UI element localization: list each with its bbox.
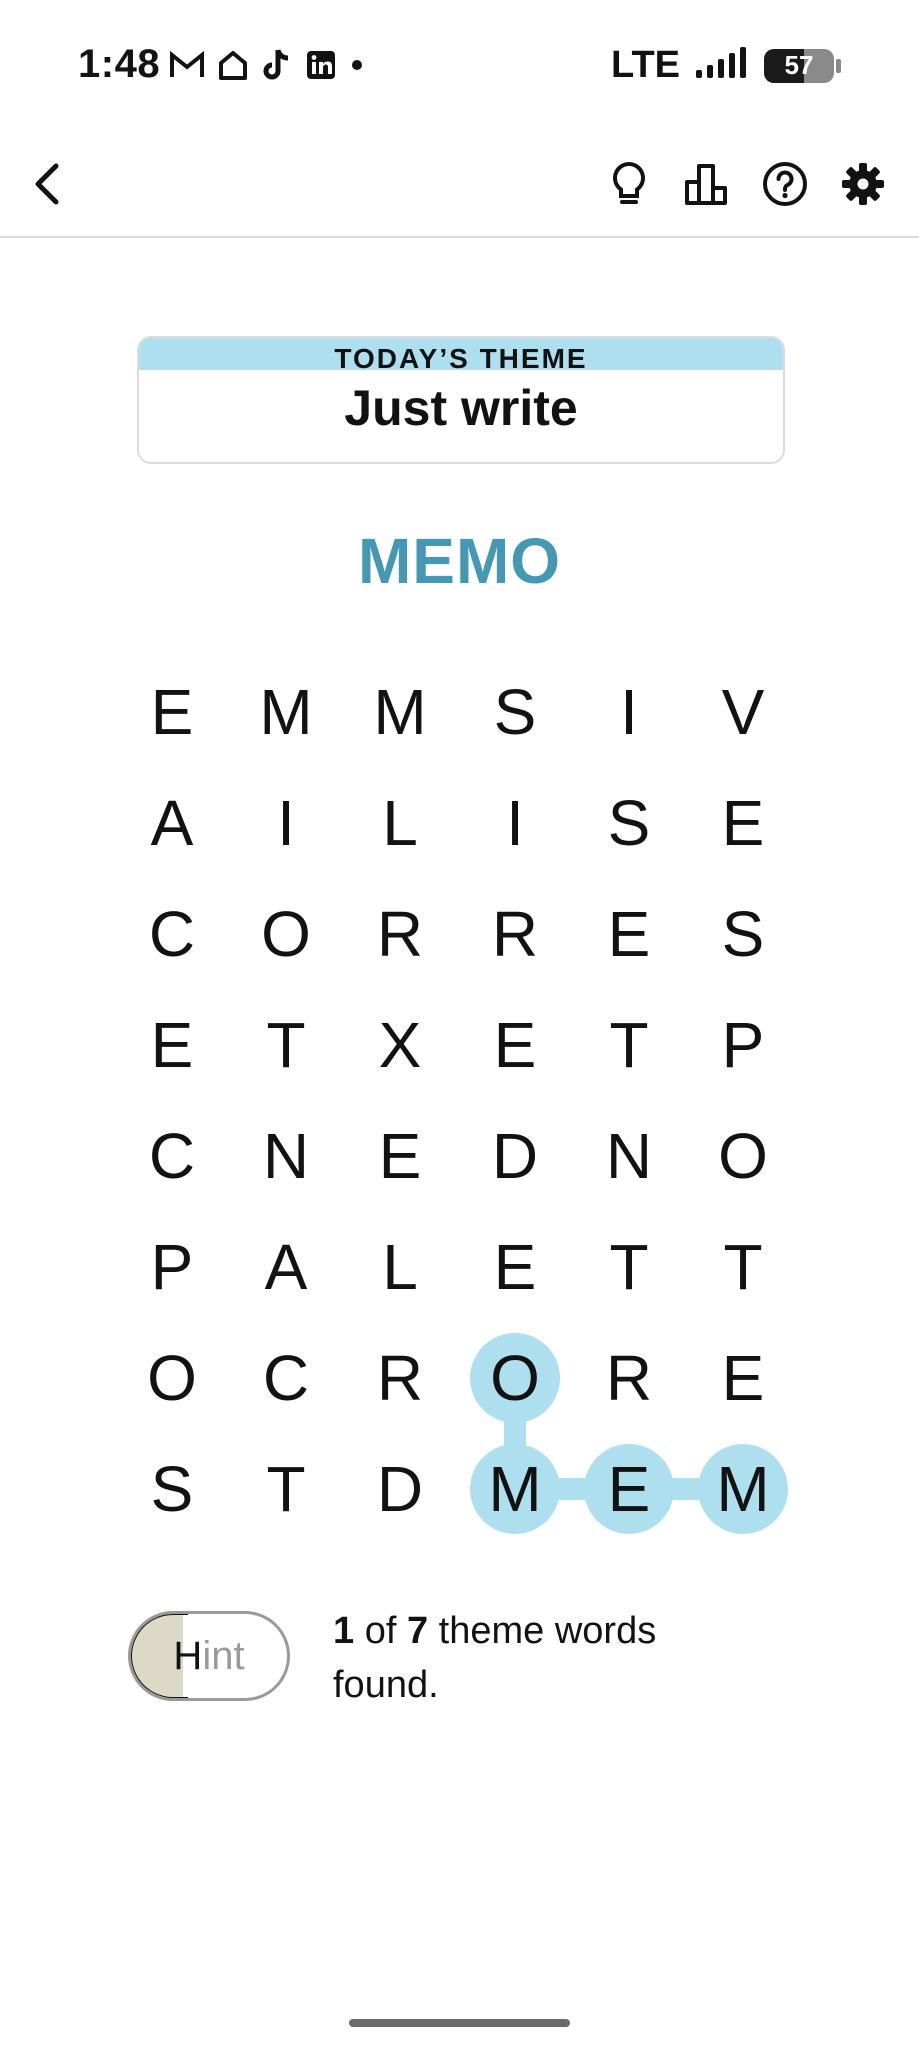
back-icon bbox=[35, 163, 59, 205]
settings-button[interactable] bbox=[835, 156, 891, 212]
stats-button[interactable] bbox=[679, 156, 735, 212]
letter-cell-r7-c6[interactable]: E bbox=[698, 1333, 788, 1423]
dot-icon bbox=[350, 58, 364, 72]
help-icon bbox=[763, 162, 807, 206]
letter-cell-r3-c6[interactable]: S bbox=[698, 889, 788, 979]
letter-cell-r1-c2[interactable]: M bbox=[241, 667, 331, 757]
letter-cell-r7-c4[interactable]: O bbox=[470, 1333, 560, 1423]
letter-cell-r8-c2[interactable]: T bbox=[241, 1444, 331, 1534]
signal-icon bbox=[694, 46, 750, 85]
letter-cell-r1-c3[interactable]: M bbox=[355, 667, 445, 757]
letter-cell-r5-c5[interactable]: N bbox=[584, 1111, 674, 1201]
letter-cell-r6-c2[interactable]: A bbox=[241, 1222, 331, 1312]
letter-cell-r8-c1[interactable]: S bbox=[127, 1444, 217, 1534]
theme-header: TODAY’S THEME bbox=[139, 338, 783, 374]
letter-cell-r3-c4[interactable]: R bbox=[470, 889, 560, 979]
letter-cell-r3-c2[interactable]: O bbox=[241, 889, 331, 979]
letter-cell-r4-c3[interactable]: X bbox=[355, 1000, 445, 1090]
letter-cell-r6-c6[interactable]: T bbox=[698, 1222, 788, 1312]
letter-cell-r6-c5[interactable]: T bbox=[584, 1222, 674, 1312]
letter-cell-r4-c6[interactable]: P bbox=[698, 1000, 788, 1090]
letter-cell-r2-c5[interactable]: S bbox=[584, 778, 674, 868]
letter-cell-r3-c3[interactable]: R bbox=[355, 889, 445, 979]
theme-title: Just write bbox=[344, 380, 578, 436]
hint-label: Hint bbox=[131, 1614, 287, 1698]
back-button[interactable] bbox=[20, 156, 76, 212]
letter-grid: EMMSIVAILISECORRESETXETPCNEDNOPALETTOCRO… bbox=[0, 0, 919, 2048]
letter-cell-r1-c4[interactable]: S bbox=[470, 667, 560, 757]
of-word: of bbox=[364, 1610, 397, 1652]
letter-cell-r1-c6[interactable]: V bbox=[698, 667, 788, 757]
hint-label-unfilled-part: int bbox=[202, 1633, 245, 1678]
letter-cell-r5-c3[interactable]: E bbox=[355, 1111, 445, 1201]
battery-icon: 57 bbox=[764, 48, 834, 83]
linkedin-icon bbox=[306, 50, 336, 80]
letter-cell-r4-c1[interactable]: E bbox=[127, 1000, 217, 1090]
current-word: MEMO bbox=[357, 525, 562, 597]
letter-cell-r6-c4[interactable]: E bbox=[470, 1222, 560, 1312]
letter-cell-r2-c1[interactable]: A bbox=[127, 778, 217, 868]
status-notification-icons bbox=[170, 48, 364, 82]
theme-card: TODAY’S THEME Just write bbox=[137, 336, 785, 464]
battery-percent: 57 bbox=[784, 50, 814, 80]
toolbar-actions bbox=[601, 156, 891, 212]
letter-cell-r8-c5[interactable]: E bbox=[584, 1444, 674, 1534]
letter-cell-r7-c3[interactable]: R bbox=[355, 1333, 445, 1423]
letter-cell-r5-c6[interactable]: O bbox=[698, 1111, 788, 1201]
letter-cell-r4-c2[interactable]: T bbox=[241, 1000, 331, 1090]
letter-cell-r2-c6[interactable]: E bbox=[698, 778, 788, 868]
gear-icon bbox=[842, 163, 884, 205]
gmail-icon bbox=[170, 51, 204, 79]
status-time: 1:48 bbox=[78, 42, 161, 86]
letter-cell-r5-c4[interactable]: D bbox=[470, 1111, 560, 1201]
letter-cell-r1-c1[interactable]: E bbox=[127, 667, 217, 757]
letter-cell-r3-c1[interactable]: C bbox=[127, 889, 217, 979]
found-count: 1 bbox=[333, 1610, 355, 1652]
letter-cell-r6-c1[interactable]: P bbox=[127, 1222, 217, 1312]
letter-cell-r4-c4[interactable]: E bbox=[470, 1000, 560, 1090]
progress-line2: found. bbox=[333, 1664, 439, 1706]
letter-cell-r2-c4[interactable]: I bbox=[470, 778, 560, 868]
letter-cell-r8-c4[interactable]: M bbox=[470, 1444, 560, 1534]
network-type: LTE bbox=[611, 44, 680, 86]
game-toolbar bbox=[0, 134, 919, 238]
letter-cell-r7-c2[interactable]: C bbox=[241, 1333, 331, 1423]
total-count: 7 bbox=[406, 1610, 429, 1652]
progress-suffix: theme words bbox=[438, 1610, 657, 1652]
letter-cell-r1-c5[interactable]: I bbox=[584, 667, 674, 757]
letter-cell-r8-c6[interactable]: M bbox=[698, 1444, 788, 1534]
letter-cell-r3-c5[interactable]: E bbox=[584, 889, 674, 979]
hint-button[interactable]: Hint bbox=[128, 1611, 290, 1701]
hint-bulb-button[interactable] bbox=[601, 156, 657, 212]
help-button[interactable] bbox=[757, 156, 813, 212]
letter-cell-r6-c3[interactable]: L bbox=[355, 1222, 445, 1312]
lightbulb-icon bbox=[613, 161, 645, 204]
home-icon bbox=[218, 50, 248, 80]
letter-cell-r7-c1[interactable]: O bbox=[127, 1333, 217, 1423]
letter-cell-r8-c3[interactable]: D bbox=[355, 1444, 445, 1534]
hint-label-text: Hint bbox=[173, 1634, 244, 1679]
letter-cell-r2-c3[interactable]: L bbox=[355, 778, 445, 868]
tiktok-icon bbox=[262, 48, 292, 82]
letter-cell-r2-c2[interactable]: I bbox=[241, 778, 331, 868]
battery-tip bbox=[836, 58, 841, 73]
stats-icon bbox=[685, 164, 727, 205]
letter-cell-r5-c2[interactable]: N bbox=[241, 1111, 331, 1201]
status-bar: 1:48 LTE 57 bbox=[0, 0, 919, 134]
hint-label-filled-part: H bbox=[173, 1633, 203, 1678]
letter-cell-r5-c1[interactable]: C bbox=[127, 1111, 217, 1201]
letter-cell-r7-c5[interactable]: R bbox=[584, 1333, 674, 1423]
status-right: LTE 57 bbox=[611, 44, 841, 87]
letter-cell-r4-c5[interactable]: T bbox=[584, 1000, 674, 1090]
theme-words-progress: 1 of 7 theme words found. bbox=[333, 1604, 733, 1712]
home-indicator[interactable] bbox=[349, 2019, 570, 2027]
